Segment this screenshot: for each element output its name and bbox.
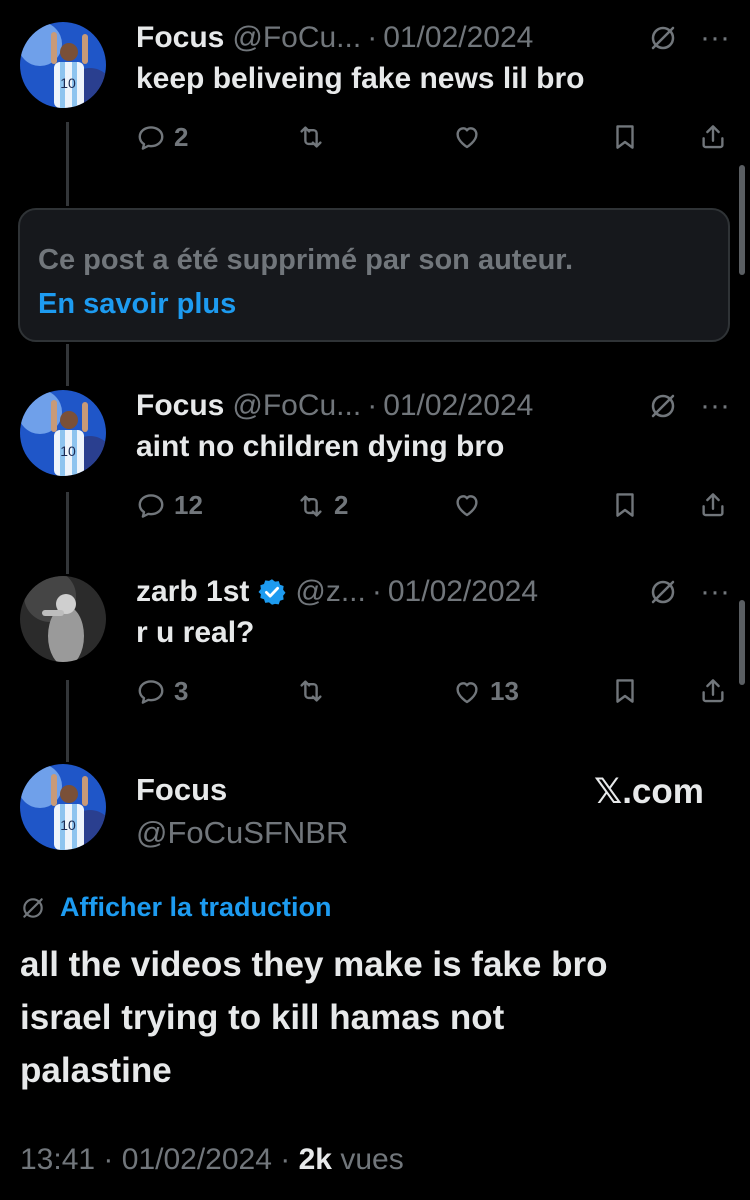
avatar[interactable]	[20, 390, 106, 476]
author-name[interactable]: Focus	[136, 389, 224, 423]
reply-icon	[136, 491, 166, 521]
repost-button[interactable]	[296, 676, 334, 706]
main-author-name[interactable]: Focus	[136, 772, 227, 808]
like-button[interactable]	[452, 122, 490, 152]
tweet-text: keep beliveing fake news lil bro	[136, 62, 585, 95]
main-text-line: all the videos they make is fake bro	[20, 945, 608, 984]
thread-line	[66, 122, 69, 206]
main-avatar[interactable]	[20, 764, 106, 850]
avatar[interactable]	[20, 576, 106, 662]
repost-icon	[296, 491, 326, 521]
reply-icon	[136, 677, 166, 707]
reply-count: 3	[174, 676, 189, 706]
more-icon[interactable]: ···	[700, 389, 730, 423]
separator: ·	[367, 389, 378, 422]
views-count[interactable]: 2k	[299, 1143, 332, 1176]
separator: ·	[367, 21, 378, 54]
repost-count: 2	[334, 490, 349, 520]
tweet-date[interactable]: 01/02/2024	[383, 389, 533, 423]
bookmark-button[interactable]	[610, 490, 640, 520]
author-handle[interactable]: @FoCu...	[232, 389, 361, 423]
tweet-date[interactable]: 01/02/2024	[383, 21, 533, 55]
verified-badge-icon	[258, 579, 286, 605]
reply-button[interactable]: 3	[136, 676, 188, 707]
repost-button[interactable]: 2	[296, 490, 348, 521]
separator: ·	[371, 575, 382, 608]
author-handle[interactable]: @FoCu...	[232, 21, 361, 55]
share-button[interactable]	[698, 676, 728, 706]
deleted-post-notice: Ce post a été supprimé par son auteur. E…	[18, 208, 730, 342]
share-icon	[698, 122, 728, 152]
thread-line	[66, 344, 69, 386]
bookmark-icon	[610, 122, 640, 152]
action-bar: 3 13	[136, 676, 730, 720]
tweet-time[interactable]: 13:41	[20, 1143, 95, 1176]
repost-icon	[296, 122, 326, 152]
scrollbar[interactable]	[739, 600, 745, 685]
main-tweet-text: all the videos they make is fake bro isr…	[20, 938, 730, 1097]
share-icon	[698, 676, 728, 706]
author-name[interactable]: zarb 1st	[136, 575, 249, 609]
tweet-date[interactable]: 01/02/2024	[388, 575, 538, 609]
show-translation-link[interactable]: Afficher la traduction	[20, 892, 332, 923]
heart-icon	[452, 677, 482, 707]
main-text-line: palastine	[20, 1051, 172, 1090]
heart-icon	[452, 122, 482, 152]
like-button[interactable]: 13	[452, 676, 519, 707]
bookmark-icon	[610, 676, 640, 706]
tweet-text: aint no children dying bro	[136, 430, 505, 463]
bookmark-button[interactable]	[610, 122, 640, 152]
reply-button[interactable]: 2	[136, 122, 188, 153]
tweet-header: Focus @FoCu... · 01/02/2024 ···	[136, 18, 730, 58]
more-icon[interactable]: ···	[700, 575, 730, 609]
repost-icon	[296, 676, 326, 706]
heart-icon	[452, 490, 482, 520]
translate-icon	[20, 895, 46, 921]
thread-line	[66, 680, 69, 762]
x-logo: 𝕏.com	[594, 772, 704, 811]
avatar[interactable]	[20, 22, 106, 108]
tweet-text: r u real?	[136, 616, 255, 649]
more-icon[interactable]: ···	[700, 21, 730, 55]
translate-icon[interactable]	[648, 391, 678, 421]
like-button[interactable]	[452, 490, 490, 520]
share-button[interactable]	[698, 122, 728, 152]
reply-count: 12	[174, 490, 203, 520]
separator: ·	[103, 1143, 114, 1176]
like-count: 13	[490, 676, 519, 706]
reply-icon	[136, 123, 166, 153]
show-translation-label: Afficher la traduction	[60, 892, 332, 922]
translate-icon[interactable]	[648, 577, 678, 607]
repost-button[interactable]	[296, 122, 334, 152]
action-bar: 2	[136, 122, 730, 166]
tweet-date[interactable]: 01/02/2024	[122, 1143, 272, 1176]
tweet-header: zarb 1st @z... · 01/02/2024 ···	[136, 572, 730, 612]
separator: ·	[280, 1143, 291, 1176]
main-text-line: israel trying to kill hamas not	[20, 998, 505, 1037]
action-bar: 12 2	[136, 490, 730, 534]
scrollbar[interactable]	[739, 165, 745, 275]
bookmark-icon	[610, 490, 640, 520]
learn-more-link[interactable]: En savoir plus	[38, 282, 710, 326]
bookmark-button[interactable]	[610, 676, 640, 706]
main-author-handle[interactable]: @FoCuSFNBR	[136, 815, 348, 851]
tweet-meta: 13:41 · 01/02/2024 · 2k vues	[20, 1143, 404, 1177]
views-label: vues	[340, 1143, 404, 1176]
translate-icon[interactable]	[648, 23, 678, 53]
tweet-header: Focus @FoCu... · 01/02/2024 ···	[136, 386, 730, 426]
author-name[interactable]: Focus	[136, 21, 224, 55]
share-button[interactable]	[698, 490, 728, 520]
deleted-notice-text: Ce post a été supprimé par son auteur.	[38, 244, 574, 276]
reply-button[interactable]: 12	[136, 490, 203, 521]
share-icon	[698, 490, 728, 520]
reply-count: 2	[174, 122, 189, 152]
author-handle[interactable]: @z...	[295, 575, 365, 609]
thread-line	[66, 492, 69, 574]
